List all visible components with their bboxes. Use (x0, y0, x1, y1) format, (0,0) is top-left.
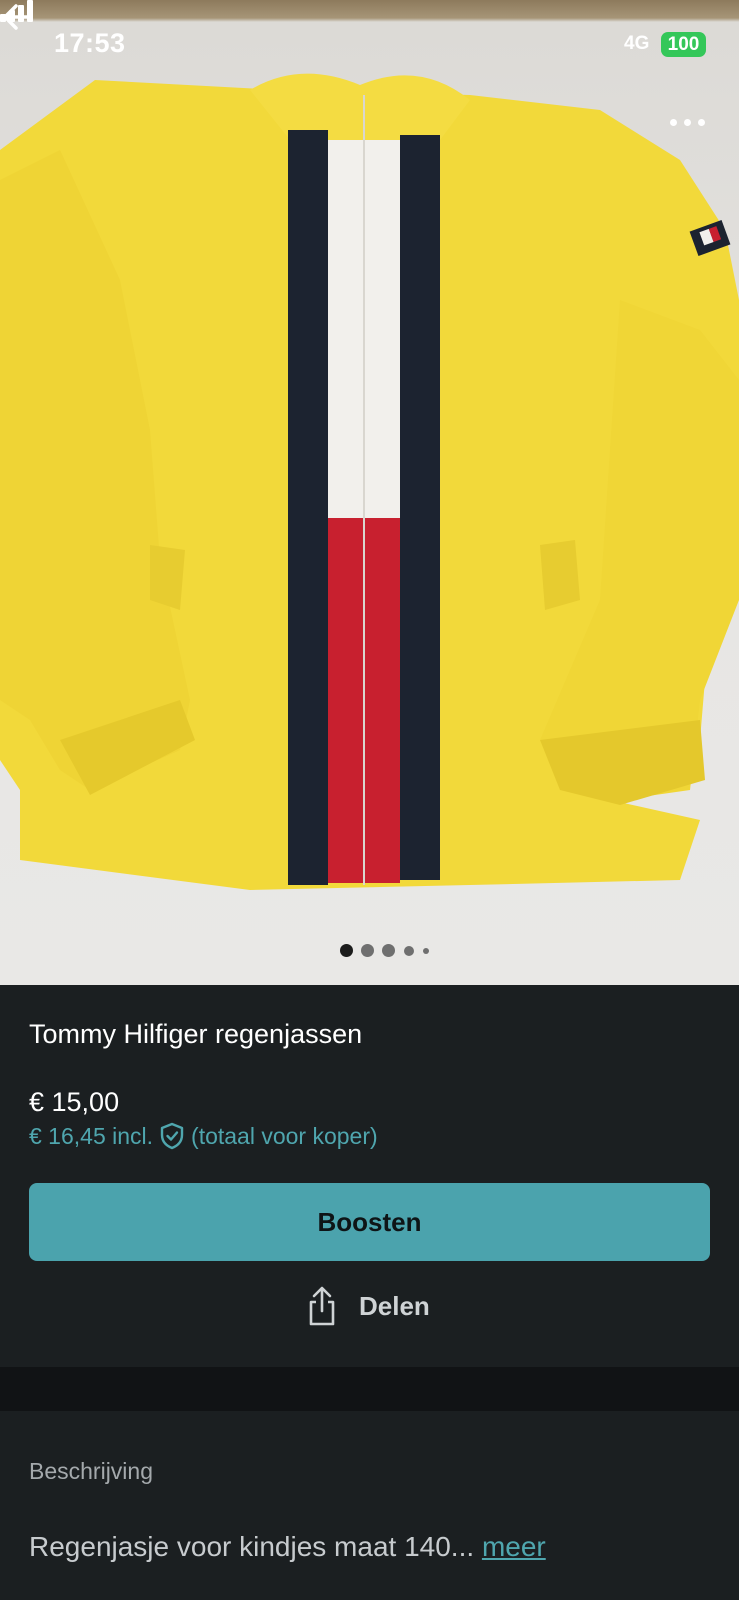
section-divider (0, 1367, 739, 1411)
carousel-dot[interactable] (361, 944, 374, 957)
status-bar: 17:53 4G 100 (0, 0, 739, 90)
carousel-dot[interactable] (382, 944, 395, 957)
carousel-dot-active[interactable] (340, 944, 353, 957)
product-screen: 17:53 4G 100 Tommy Hilfiger regenjassen … (0, 0, 739, 1600)
status-time: 17:53 (54, 28, 126, 58)
description-section: Beschrijving Regenjasje voor kindjes maa… (0, 1411, 739, 1600)
network-type: 4G (624, 33, 650, 54)
share-icon (309, 1286, 335, 1326)
shield-check-icon (160, 1122, 184, 1150)
listing-price: € 15,00 (29, 1087, 120, 1117)
share-button[interactable]: Delen (307, 1285, 430, 1327)
more-options-icon[interactable] (668, 112, 708, 132)
price-incl-note: (totaal voor koper) (191, 1122, 378, 1149)
price-incl-buyer[interactable]: € 16,45 incl. (totaal voor koper) (29, 1122, 378, 1150)
boost-button[interactable]: Boosten (29, 1183, 710, 1261)
carousel-dot[interactable] (423, 948, 429, 954)
battery-indicator: 100 (661, 32, 706, 57)
back-arrow-icon[interactable] (0, 0, 34, 34)
share-label: Delen (359, 1290, 430, 1321)
description-more-link[interactable]: meer (482, 1531, 546, 1562)
product-photo[interactable]: 17:53 4G 100 (0, 0, 739, 985)
description-label: Beschrijving (29, 1458, 153, 1484)
carousel-indicator (310, 940, 450, 960)
listing-info: Tommy Hilfiger regenjassen € 15,00 € 16,… (0, 985, 739, 1367)
jacket-image (0, 73, 739, 890)
description-body: Regenjasje voor kindjes maat 140... (29, 1531, 475, 1562)
price-incl-amount: € 16,45 incl. (29, 1122, 154, 1149)
description-text: Regenjasje voor kindjes maat 140... meer (29, 1531, 546, 1563)
listing-title: Tommy Hilfiger regenjassen (29, 1019, 363, 1049)
carousel-dot[interactable] (404, 946, 414, 956)
